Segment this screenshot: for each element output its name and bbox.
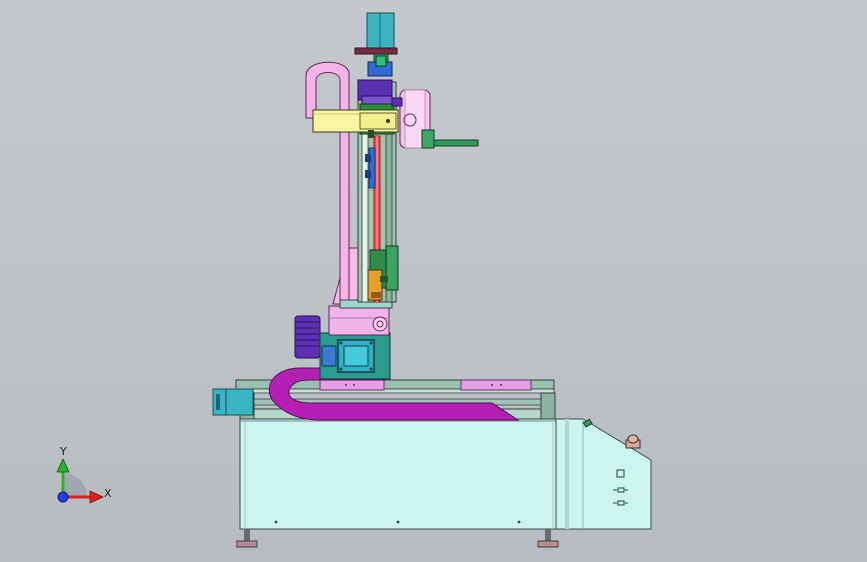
machine-cabinet[interactable] [236, 418, 652, 548]
coordinate-triad: Y X [56, 445, 112, 504]
z-axis-motor[interactable] [354, 12, 398, 77]
emergency-stop-icon [625, 434, 641, 449]
x-axis-motor[interactable] [212, 388, 254, 416]
x-axis-label: X [104, 487, 112, 500]
cable-carrier[interactable] [268, 367, 520, 421]
cad-viewport[interactable]: Y X [0, 0, 867, 562]
machine-assembly-drawing[interactable]: Y X [0, 0, 867, 562]
leveling-foot-left [236, 529, 258, 548]
y-axis-label: Y [59, 445, 67, 458]
leveling-foot-right [537, 529, 559, 548]
